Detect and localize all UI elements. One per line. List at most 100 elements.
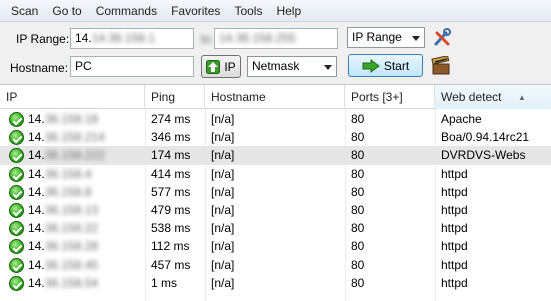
- fetchers-icon[interactable]: [431, 55, 451, 76]
- ip-cell: 14.36.158.13: [28, 203, 99, 217]
- hostname-cell: [n/a]: [211, 166, 235, 181]
- ping-cell: 414 ms: [151, 166, 191, 181]
- ip-cell: 14.36.158.28: [28, 239, 99, 254]
- ip-cell: 14.36.158.222: [28, 148, 105, 163]
- ports-cell: 80: [351, 257, 365, 272]
- web-detect-cell: httpd: [441, 221, 468, 236]
- tools-icon[interactable]: [432, 28, 452, 48]
- ports-cell: 80: [351, 184, 365, 199]
- ip-range-start-input[interactable]: 14.14.36.158.1: [70, 28, 194, 49]
- table-row[interactable]: 14.36.158.18 274 ms [n/a] 80 Apache: [0, 110, 551, 128]
- table-row[interactable]: 14.36.158.214 346 ms [n/a] 80 Boa/0.94.1…: [0, 128, 551, 146]
- web-detect-cell: httpd: [441, 166, 468, 181]
- column-header-web-detect[interactable]: Web detect ▲: [435, 85, 551, 109]
- ports-cell: 80: [351, 275, 365, 290]
- ip-cell: 14.36.158.22: [28, 221, 99, 236]
- web-detect-cell: DVRDVS-Webs: [441, 148, 526, 163]
- ip-range-end-input[interactable]: 14.36.158.255: [214, 28, 338, 49]
- range-type-value: IP Range: [352, 30, 402, 44]
- column-header-hostname[interactable]: Hostname: [205, 85, 345, 109]
- ip-range-label: IP Range:: [16, 32, 70, 46]
- ping-cell: 274 ms: [151, 112, 191, 126]
- ip-cell: 14.36.158.8: [28, 184, 92, 199]
- ports-cell: 80: [351, 166, 365, 181]
- hostname-input[interactable]: PC: [70, 56, 194, 77]
- ip-range-start-value: 14.36.158.1: [91, 31, 156, 45]
- menu-go-to[interactable]: Go to: [45, 4, 88, 18]
- hostname-cell: [n/a]: [211, 221, 235, 236]
- ping-cell: 346 ms: [151, 130, 191, 145]
- table-row[interactable]: 14.36.158.22 538 ms [n/a] 80 httpd: [0, 219, 551, 237]
- ip-cell: 14.36.158.45: [28, 257, 99, 272]
- ping-cell: 112 ms: [151, 239, 190, 254]
- hostname-cell: [n/a]: [211, 184, 235, 199]
- menu-favorites[interactable]: Favorites: [164, 4, 227, 18]
- web-detect-cell: httpd: [441, 203, 468, 217]
- web-detect-cell: httpd: [441, 239, 468, 254]
- hostname-cell: [n/a]: [211, 239, 235, 254]
- column-header-ping[interactable]: Ping: [145, 85, 205, 109]
- arrow-right-icon: [362, 58, 380, 73]
- arrow-up-icon: [206, 59, 221, 74]
- menu-help[interactable]: Help: [269, 4, 308, 18]
- web-detect-cell: httpd: [441, 257, 468, 272]
- table-row-selected[interactable]: 14.36.158.222 174 ms [n/a] 80 DVRDVS-Web…: [0, 146, 551, 165]
- hostname-value: PC: [75, 59, 92, 73]
- ping-cell: 577 ms: [151, 184, 191, 199]
- ping-cell: 174 ms: [151, 148, 191, 163]
- web-detect-cell: httpd: [441, 275, 468, 290]
- column-header-ip[interactable]: IP: [0, 85, 145, 109]
- menu-scan[interactable]: Scan: [4, 4, 45, 18]
- web-detect-cell: Apache: [441, 112, 482, 126]
- ports-cell: 80: [351, 130, 365, 145]
- column-header-ports[interactable]: Ports [3+]: [345, 85, 435, 109]
- web-detect-cell: Boa/0.94.14rc21: [441, 130, 530, 145]
- ping-cell: 457 ms: [151, 257, 191, 272]
- ip-up-button[interactable]: IP: [201, 55, 241, 78]
- web-detect-header-label: Web detect: [441, 90, 502, 104]
- ip-button-label: IP: [224, 59, 236, 74]
- range-type-select[interactable]: IP Range: [347, 27, 425, 48]
- chevron-down-icon: [324, 65, 332, 70]
- menu-tools[interactable]: Tools: [227, 4, 269, 18]
- netmask-value: Netmask: [252, 59, 300, 73]
- table-row[interactable]: 14.36.158.13 479 ms [n/a] 80 httpd: [0, 201, 551, 219]
- ping-cell: 538 ms: [151, 221, 191, 236]
- to-label: to: [201, 32, 212, 46]
- hostname-cell: [n/a]: [211, 275, 235, 290]
- hostname-cell: [n/a]: [211, 148, 235, 163]
- hostname-cell: [n/a]: [211, 257, 235, 272]
- ip-range-end-value: 14.36.158.255: [219, 31, 296, 45]
- ping-cell: 479 ms: [151, 203, 191, 217]
- ip-cell: 14.36.158.4: [28, 166, 92, 181]
- ping-cell: 1 ms: [151, 275, 178, 290]
- ip-cell: 14.36.158.54: [28, 275, 99, 290]
- table-row[interactable]: 14.36.158.4 414 ms [n/a] 80 httpd: [0, 165, 551, 183]
- menu-commands[interactable]: Commands: [89, 4, 164, 18]
- table-row[interactable]: 14.36.158.28 112 ms [n/a] 80 httpd: [0, 237, 551, 255]
- results-table: IP Ping Hostname Ports [3+] Web detect ▲…: [0, 84, 551, 301]
- start-button-label: Start: [383, 58, 410, 73]
- table-row[interactable]: 14.36.158.8 577 ms [n/a] 80 httpd: [0, 183, 551, 201]
- netmask-select[interactable]: Netmask: [247, 56, 337, 77]
- ports-cell: 80: [351, 148, 365, 163]
- table-row[interactable]: 14.36.158.54 1 ms [n/a] 80 httpd: [0, 274, 551, 292]
- sort-ascending-icon: ▲: [518, 93, 526, 102]
- menu-bar: Scan Go to Commands Favorites Tools Help: [0, 0, 551, 22]
- ports-cell: 80: [351, 203, 365, 217]
- ports-cell: 80: [351, 221, 365, 236]
- start-button[interactable]: Start: [348, 54, 423, 77]
- ip-cell: 14.36.158.214: [28, 130, 105, 145]
- hostname-cell: [n/a]: [211, 112, 235, 126]
- ports-cell: 80: [351, 239, 365, 254]
- hostname-cell: [n/a]: [211, 130, 235, 145]
- table-row[interactable]: 14.36.158.45 457 ms [n/a] 80 httpd: [0, 256, 551, 274]
- scan-toolbar: IP Range: 14.14.36.158.1 to 14.36.158.25…: [0, 22, 551, 84]
- chevron-down-icon: [412, 36, 420, 41]
- ip-cell: 14.36.158.18: [28, 112, 99, 126]
- hostname-label: Hostname:: [10, 61, 69, 75]
- web-detect-cell: httpd: [441, 184, 468, 199]
- hostname-cell: [n/a]: [211, 203, 235, 217]
- table-header: IP Ping Hostname Ports [3+] Web detect ▲: [0, 85, 551, 109]
- ports-cell: 80: [351, 112, 365, 126]
